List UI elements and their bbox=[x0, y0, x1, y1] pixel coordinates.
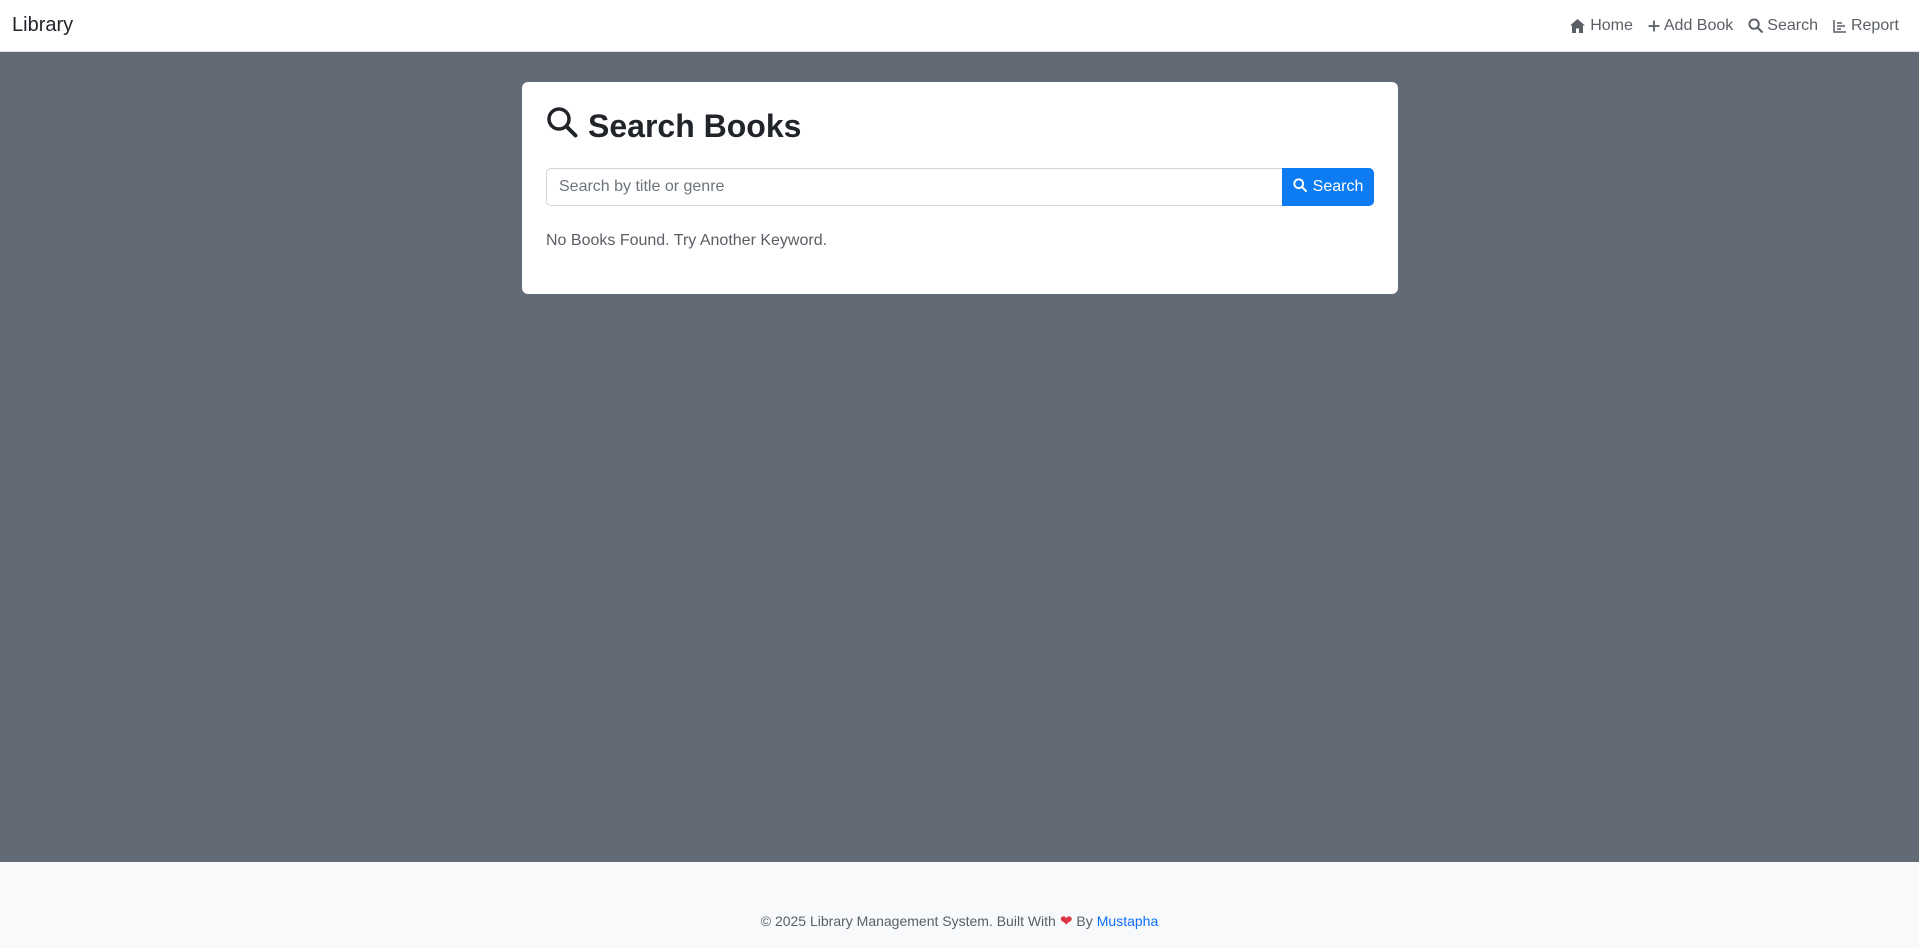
search-button[interactable]: Search bbox=[1282, 168, 1374, 206]
search-icon bbox=[1748, 18, 1764, 33]
footer: © 2025 Library Management System. Built … bbox=[0, 862, 1919, 948]
nav-link-label: Home bbox=[1590, 16, 1633, 34]
search-card: Search Books Search No Books Found. Try … bbox=[522, 82, 1398, 294]
report-icon bbox=[1833, 19, 1847, 33]
heart-icon: ❤ bbox=[1059, 913, 1073, 930]
nav-link-report[interactable]: Report bbox=[1833, 17, 1899, 35]
plus-icon bbox=[1648, 20, 1660, 32]
nav-link-label: Search bbox=[1767, 16, 1818, 34]
nav-link-home[interactable]: Home bbox=[1569, 17, 1633, 35]
nav-link-search[interactable]: Search bbox=[1748, 17, 1818, 35]
search-input[interactable] bbox=[546, 168, 1282, 206]
nav-link-add-book[interactable]: Add Book bbox=[1648, 17, 1733, 35]
nav-link-label: Report bbox=[1850, 16, 1899, 34]
copyright-text: © 2025 Library Management System. Built … bbox=[760, 913, 1056, 929]
search-icon bbox=[1292, 177, 1307, 197]
footer-text: © 2025 Library Management System. Built … bbox=[761, 912, 1159, 930]
top-navbar: Library Home Add Book Search Report bbox=[0, 0, 1919, 52]
author-link[interactable]: Mustapha bbox=[1097, 913, 1158, 929]
nav-link-label: Add Book bbox=[1663, 16, 1734, 34]
main-content: Search Books Search No Books Found. Try … bbox=[0, 52, 1919, 862]
brand-link[interactable]: Library bbox=[12, 14, 73, 37]
search-form: Search bbox=[546, 168, 1374, 206]
page-title: Search Books bbox=[546, 106, 1374, 146]
page-title-text: Search Books bbox=[588, 107, 802, 144]
search-icon bbox=[546, 106, 578, 146]
search-button-label: Search bbox=[1312, 178, 1364, 195]
empty-results-message: No Books Found. Try Another Keyword. bbox=[546, 232, 828, 249]
footer-by-text: By bbox=[1076, 913, 1093, 929]
home-icon bbox=[1569, 18, 1586, 34]
nav-links: Home Add Book Search Report bbox=[1569, 17, 1899, 35]
